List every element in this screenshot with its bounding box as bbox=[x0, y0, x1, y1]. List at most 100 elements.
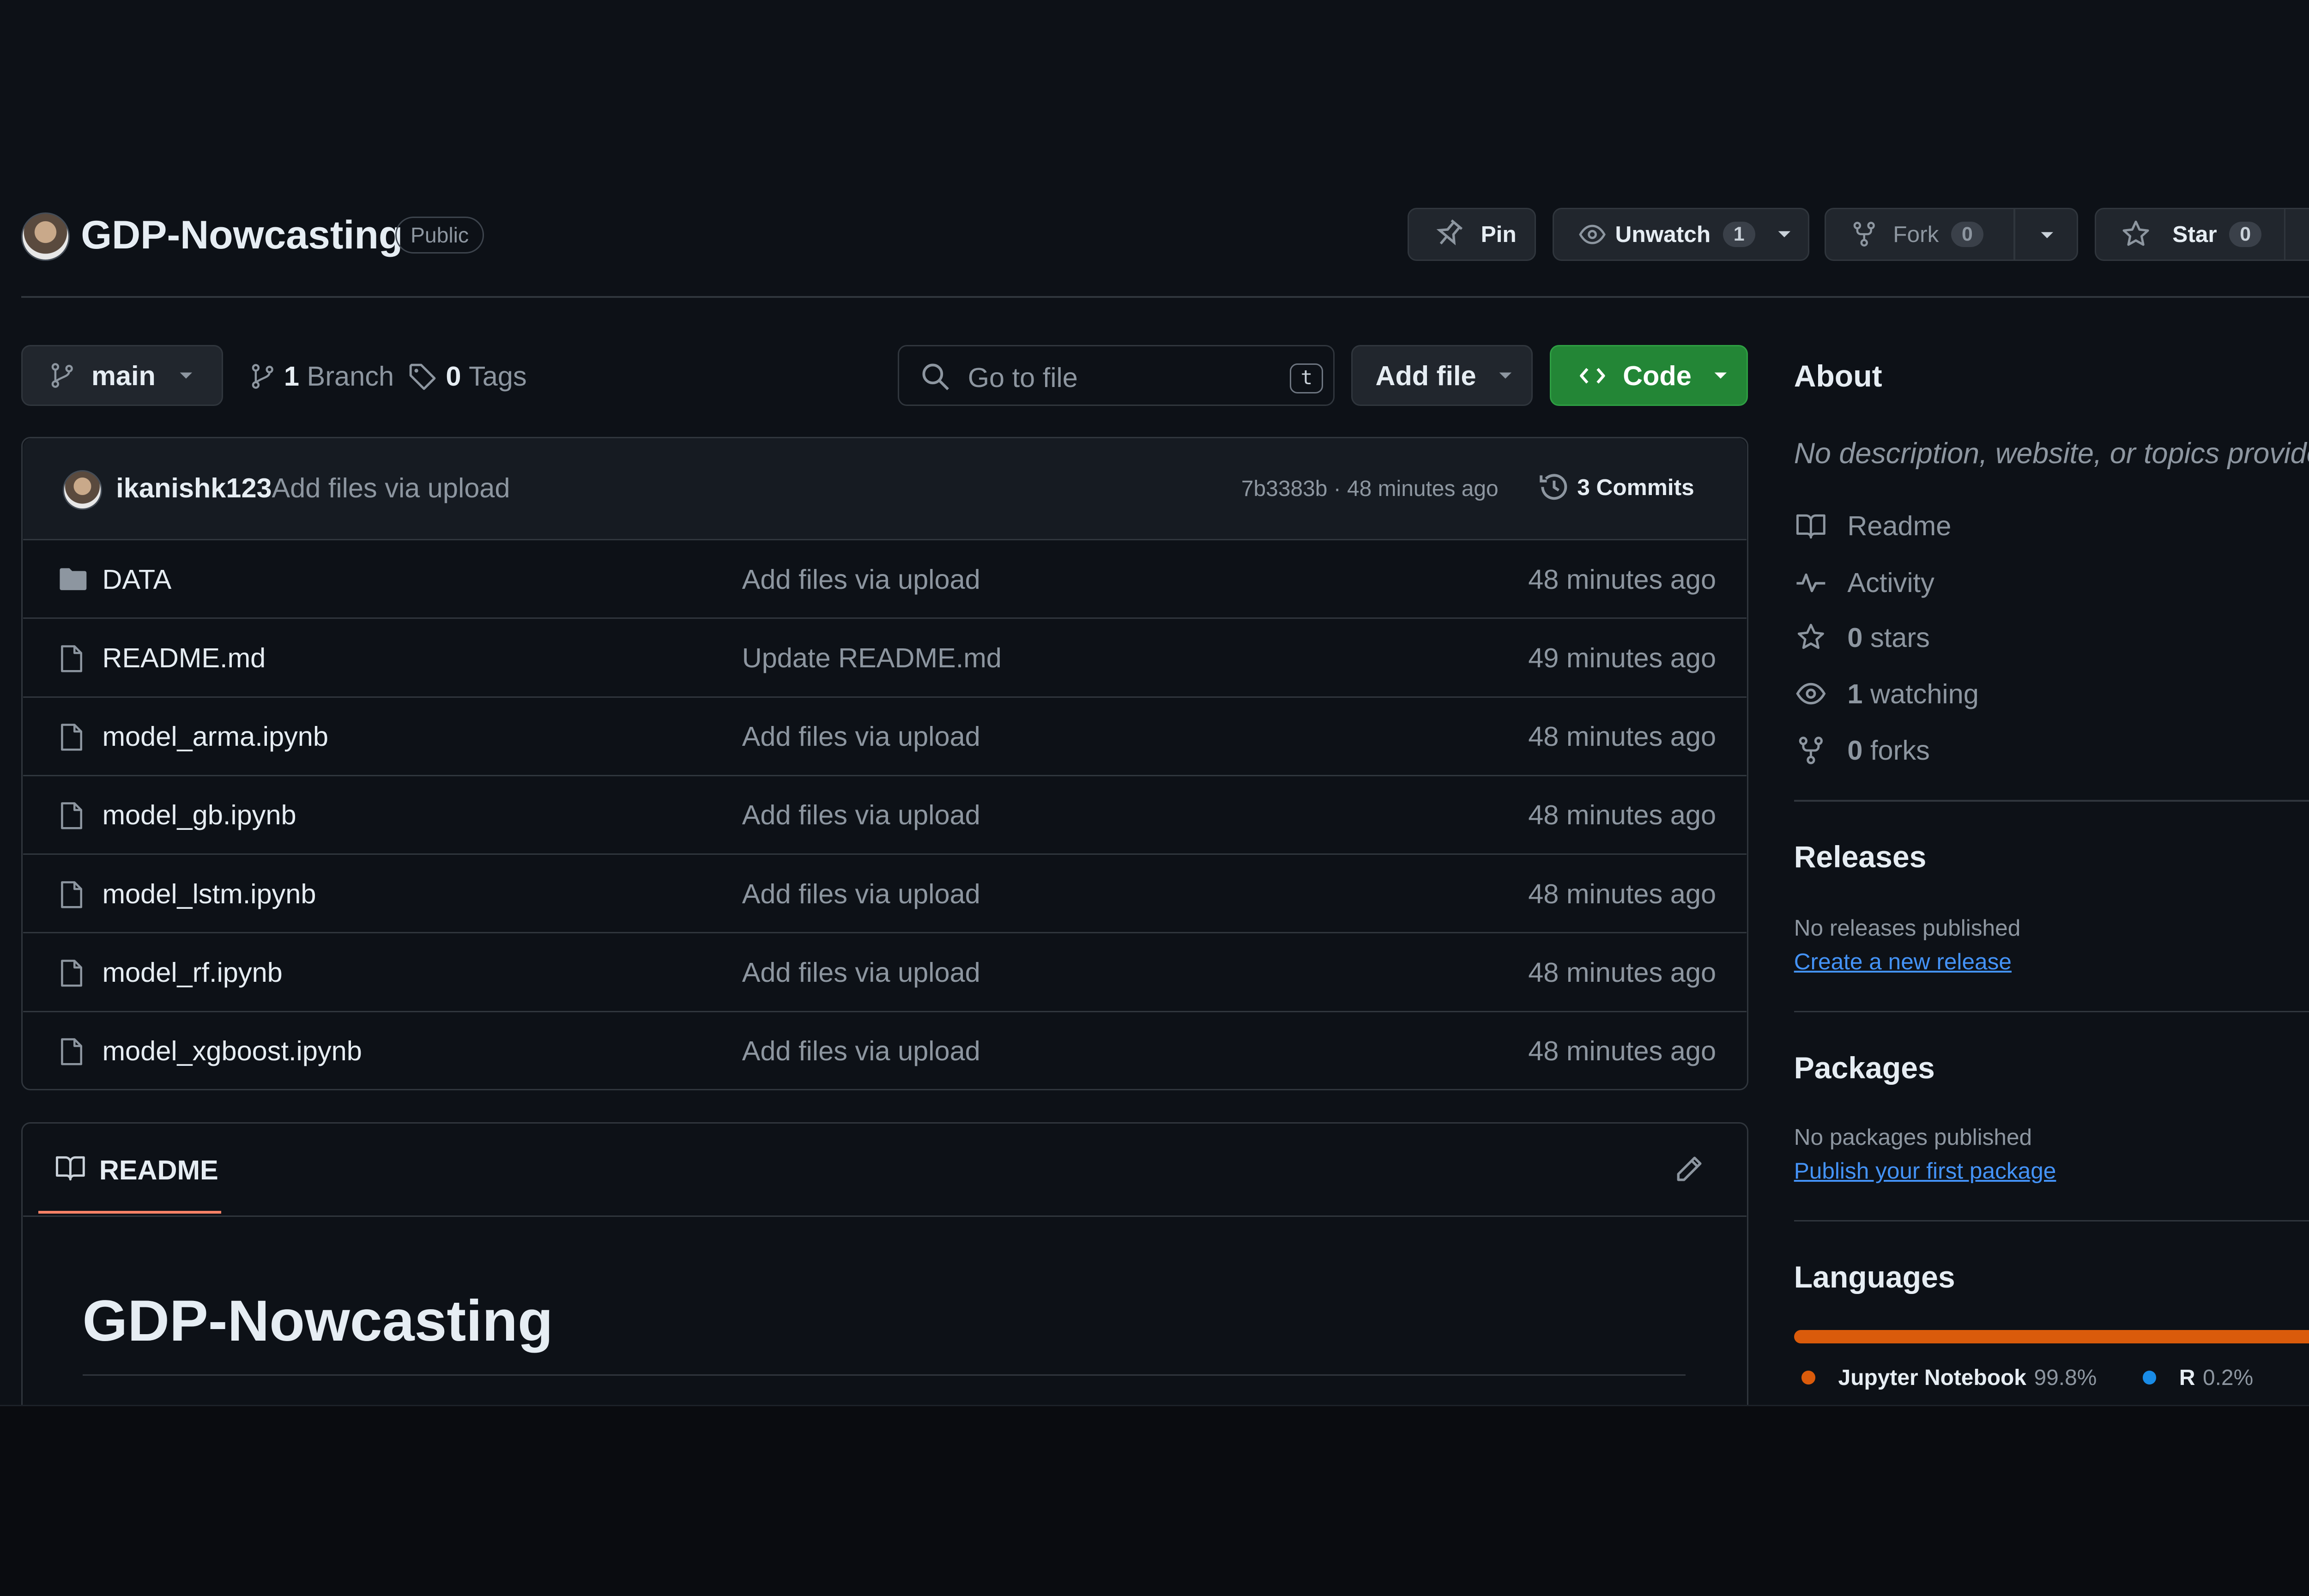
file-icon bbox=[61, 1038, 83, 1065]
forks-label: forks bbox=[1870, 735, 1930, 766]
file-row[interactable]: model_gb.ipynb Add files via upload 48 min… bbox=[23, 774, 1747, 854]
about-activity-link[interactable]: Activity bbox=[1794, 567, 1934, 598]
edit-pencil-icon[interactable] bbox=[1674, 1154, 1704, 1185]
file-name[interactable]: model_arma.ipynb bbox=[102, 720, 328, 752]
file-name[interactable]: README.md bbox=[102, 642, 266, 674]
tags-count: 0 bbox=[446, 361, 461, 392]
language-bar bbox=[1794, 1330, 2309, 1344]
language-legend-item[interactable]: R 0.2% bbox=[2142, 1365, 2254, 1390]
fork-label: Fork bbox=[1893, 221, 1939, 248]
language-percent: 0.2% bbox=[2202, 1365, 2254, 1390]
file-row[interactable]: model_lstm.ipynb Add files via upload 48 m… bbox=[23, 853, 1747, 933]
folder-icon-wrap bbox=[56, 563, 90, 594]
git-branch-icon bbox=[52, 363, 73, 388]
file-icon-wrap bbox=[56, 642, 87, 676]
publish-package-link[interactable]: Publish your first package bbox=[1794, 1157, 2056, 1184]
code-icon bbox=[1579, 368, 1605, 384]
fork-count: 0 bbox=[1951, 221, 1984, 248]
about-readme-label: Readme bbox=[1847, 510, 1952, 542]
pin-label: Pin bbox=[1481, 221, 1517, 248]
author-avatar[interactable] bbox=[62, 470, 102, 510]
folder-icon bbox=[60, 568, 87, 590]
file-commit-message[interactable]: Update README.md bbox=[742, 642, 1002, 674]
about-forks-link[interactable]: 0 forks bbox=[1794, 734, 1930, 766]
releases-title[interactable]: Releases bbox=[1794, 840, 1927, 875]
tab-underline bbox=[38, 1210, 222, 1214]
commits-link[interactable]: 3 Commits bbox=[1537, 470, 1694, 504]
file-name[interactable]: model_lstm.ipynb bbox=[102, 878, 316, 910]
book-icon bbox=[55, 1156, 85, 1181]
file-row[interactable]: DATA Add files via upload 48 minutes ago bbox=[23, 539, 1747, 618]
latest-commit-bar: ikanishk123 Add files via upload 7b3383b… bbox=[23, 438, 1747, 539]
about-watching-link[interactable]: 1 watching bbox=[1794, 678, 1979, 710]
about-stars-link[interactable]: 0 stars bbox=[1794, 622, 1930, 653]
owner-avatar[interactable] bbox=[21, 212, 70, 261]
pin-button[interactable]: Pin bbox=[1408, 207, 1536, 261]
tags-link[interactable]: 0 Tags bbox=[408, 360, 527, 392]
file-row[interactable]: model_xgboost.ipynb Add files via upload 4… bbox=[23, 1010, 1747, 1090]
file-time: 48 minutes ago bbox=[1528, 878, 1717, 909]
branches-link[interactable]: 1 Branch bbox=[249, 360, 394, 392]
file-commit-message[interactable]: Add files via upload bbox=[742, 563, 980, 595]
commit-sha-time[interactable]: 7b3383b · 48 minutes ago bbox=[1241, 476, 1499, 502]
go-to-file-input[interactable]: Go to file t bbox=[897, 345, 1335, 406]
file-icon bbox=[61, 645, 83, 672]
code-button[interactable]: Code bbox=[1549, 345, 1748, 406]
file-row[interactable]: model_rf.ipynb Add files via upload 48 min… bbox=[23, 932, 1747, 1011]
commit-message[interactable]: Add files via upload bbox=[272, 472, 510, 504]
file-commit-message[interactable]: Add files via upload bbox=[742, 1035, 980, 1067]
language-name: R bbox=[2179, 1365, 2195, 1390]
unwatch-label: Unwatch bbox=[1615, 221, 1711, 248]
about-activity-label: Activity bbox=[1847, 567, 1934, 598]
about-readme-link[interactable]: Readme bbox=[1794, 510, 1952, 542]
add-file-label: Add file bbox=[1375, 360, 1476, 391]
visibility-badge: Public bbox=[395, 217, 484, 254]
repo-name[interactable]: GDP-Nowcasting bbox=[81, 212, 403, 258]
add-file-button[interactable]: Add file bbox=[1351, 345, 1533, 406]
file-commit-message[interactable]: Add files via upload bbox=[742, 956, 980, 988]
about-title: About bbox=[1794, 359, 1882, 393]
stars-label: stars bbox=[1870, 622, 1930, 653]
file-name[interactable]: model_gb.ipynb bbox=[102, 799, 296, 831]
search-icon bbox=[922, 363, 949, 391]
file-time: 48 minutes ago bbox=[1528, 956, 1717, 988]
file-name[interactable]: DATA bbox=[102, 563, 171, 595]
commit-author[interactable]: ikanishk123 bbox=[116, 472, 272, 504]
file-commit-message[interactable]: Add files via upload bbox=[742, 878, 980, 910]
star-button[interactable]: Star 0 bbox=[2094, 207, 2309, 261]
language-legend-item[interactable]: Jupyter Notebook 99.8% bbox=[1801, 1365, 2097, 1390]
packages-title[interactable]: Packages bbox=[1794, 1051, 1935, 1086]
file-icon bbox=[61, 802, 83, 829]
file-commit-message[interactable]: Add files via upload bbox=[742, 799, 980, 831]
tags-label: Tags bbox=[468, 361, 527, 392]
branch-selector[interactable]: main bbox=[21, 345, 223, 406]
watching-count: 1 bbox=[1847, 678, 1863, 709]
create-release-link[interactable]: Create a new release bbox=[1794, 948, 2012, 975]
file-name[interactable]: model_rf.ipynb bbox=[102, 956, 282, 988]
file-time: 48 minutes ago bbox=[1528, 721, 1717, 752]
file-time: 49 minutes ago bbox=[1528, 642, 1717, 673]
caret-down-icon[interactable] bbox=[1775, 228, 1794, 240]
forks-count: 0 bbox=[1847, 735, 1863, 766]
language-legend: Jupyter Notebook 99.8% R 0.2% bbox=[1801, 1365, 2299, 1390]
packages-empty: No packages published bbox=[1794, 1124, 2032, 1150]
readme-tab[interactable]: README bbox=[38, 1150, 222, 1215]
file-row[interactable]: README.md Update README.md 49 minutes ago bbox=[23, 617, 1747, 697]
file-name[interactable]: model_xgboost.ipynb bbox=[102, 1035, 362, 1067]
file-time: 48 minutes ago bbox=[1528, 799, 1717, 831]
file-commit-message[interactable]: Add files via upload bbox=[742, 720, 980, 752]
readme-tab-label: README bbox=[99, 1155, 218, 1186]
file-icon bbox=[61, 724, 83, 751]
language-name: Jupyter Notebook bbox=[1838, 1365, 2026, 1390]
star-count: 0 bbox=[2229, 221, 2262, 248]
git-branch-icon bbox=[252, 363, 273, 389]
fork-icon bbox=[1799, 736, 1823, 764]
file-icon-wrap bbox=[56, 799, 87, 833]
caret-down-icon[interactable] bbox=[2038, 229, 2056, 241]
bottom-band bbox=[0, 1404, 2309, 1596]
file-row[interactable]: model_arma.ipynb Add files via upload 48 m… bbox=[23, 696, 1747, 776]
unwatch-button[interactable]: Unwatch 1 bbox=[1553, 207, 1809, 261]
fork-button[interactable]: Fork 0 bbox=[1824, 207, 2078, 261]
branches-count: 1 bbox=[284, 361, 299, 392]
sidebar-divider bbox=[1794, 1010, 2309, 1012]
